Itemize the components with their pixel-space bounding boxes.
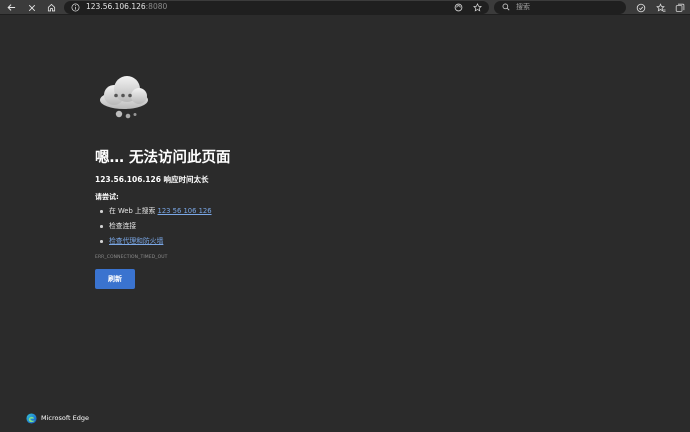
check-connection-text: 检查连接 xyxy=(109,222,137,230)
suggestion-check-connection: 检查连接 xyxy=(98,222,212,237)
search-box[interactable]: 搜索 xyxy=(494,1,626,14)
favorites-icon[interactable] xyxy=(653,0,669,15)
favorite-star-icon[interactable] xyxy=(473,3,482,12)
page-subtitle: 123.56.106.126 响应时间太长 xyxy=(95,175,209,184)
suggestion-search-web: 在 Web 上搜索 123 56 106 126 xyxy=(98,207,212,222)
refresh-button[interactable]: 刷新 xyxy=(95,269,135,289)
tracking-prevention-icon[interactable] xyxy=(454,3,463,12)
address-bar[interactable]: 123.56.106.126:8080 xyxy=(64,1,489,14)
search-placeholder: 搜索 xyxy=(516,3,530,11)
info-icon[interactable] xyxy=(71,3,80,12)
search-web-link[interactable]: 123 56 106 126 xyxy=(158,207,212,215)
copilot-icon[interactable] xyxy=(633,0,649,15)
error-code: ERR_CONNECTION_TIMED_OUT xyxy=(95,255,168,260)
check-proxy-link[interactable]: 检查代理和防火墙 xyxy=(109,237,163,245)
edge-logo-icon xyxy=(26,412,37,424)
url-text: 123.56.106.126:8080 xyxy=(86,2,168,11)
cloud-icon xyxy=(100,76,148,119)
page-title: 嗯… 无法访问此页面 xyxy=(95,150,231,166)
collections-icon[interactable] xyxy=(672,0,688,15)
browser-toolbar: 123.56.106.126:8080 搜索 xyxy=(0,0,690,15)
try-label: 请尝试: xyxy=(95,193,119,201)
brand-name: Microsoft Edge xyxy=(41,414,90,422)
search-icon xyxy=(502,3,510,11)
url-port: :8080 xyxy=(145,2,168,11)
close-icon[interactable] xyxy=(24,0,40,15)
suggestion-check-proxy: 检查代理和防火墙 xyxy=(98,237,212,252)
brand: Microsoft Edge xyxy=(26,412,89,424)
suggestions-list: 在 Web 上搜索 123 56 106 126 检查连接 检查代理和防火墙 xyxy=(98,207,212,252)
search-prefix-text: 在 Web 上搜索 xyxy=(109,207,158,215)
back-arrow-icon[interactable] xyxy=(3,0,19,15)
home-icon[interactable] xyxy=(43,0,59,15)
